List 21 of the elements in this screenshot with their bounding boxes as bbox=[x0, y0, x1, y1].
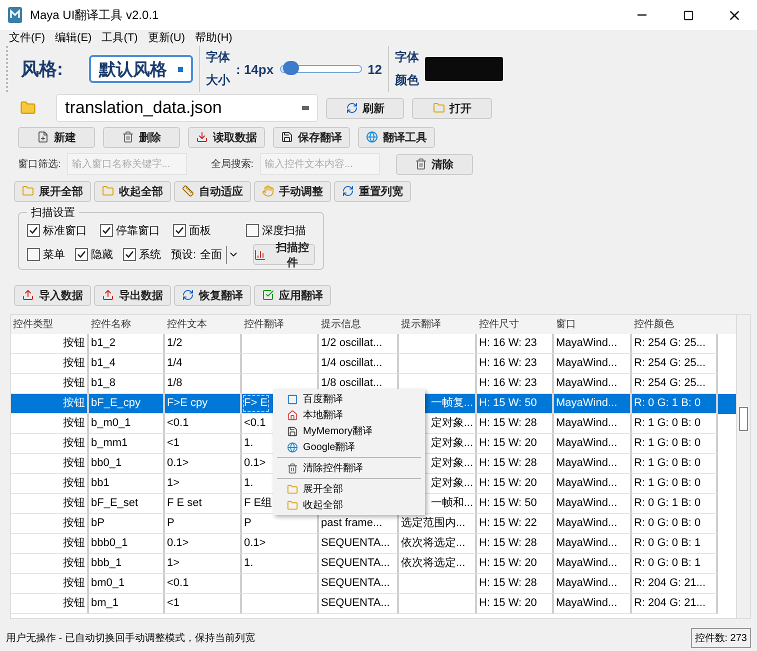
font-size-label: 大小 bbox=[206, 72, 230, 89]
control-count: 控件数: 273 bbox=[690, 628, 751, 648]
preset-label: 预设: bbox=[171, 248, 196, 262]
table-cell: MayaWind... bbox=[554, 594, 632, 614]
font-size-reading: : 14px bbox=[236, 62, 274, 76]
table-cell: H: 15 W: 20 bbox=[477, 594, 554, 614]
font-size-label: 字体 bbox=[206, 49, 230, 66]
table-cell: R: 204 G: 21... bbox=[632, 594, 718, 614]
font-color-label: 字体 bbox=[395, 49, 420, 66]
font-color-label: 颜色 bbox=[395, 72, 420, 89]
table-cell: SEQUENTA... bbox=[319, 594, 399, 614]
search-label: 全局搜索: bbox=[210, 158, 254, 171]
group-title: 扫描设置 bbox=[27, 205, 79, 220]
font-size-value: 12 bbox=[368, 62, 382, 76]
table-cell: bm_1 bbox=[89, 594, 165, 614]
window-title: Maya UI翻译工具 v2.0.1 bbox=[30, 6, 159, 24]
style-label: 风格: bbox=[21, 58, 64, 81]
table-cell: <1 bbox=[165, 594, 242, 614]
table-cell: 按钮 bbox=[11, 594, 89, 614]
window-filter-label: 窗口筛选: bbox=[18, 158, 61, 171]
status-message: 用户无操作 - 已自动切换回手动调整模式，保持当前列宽 bbox=[6, 632, 255, 645]
